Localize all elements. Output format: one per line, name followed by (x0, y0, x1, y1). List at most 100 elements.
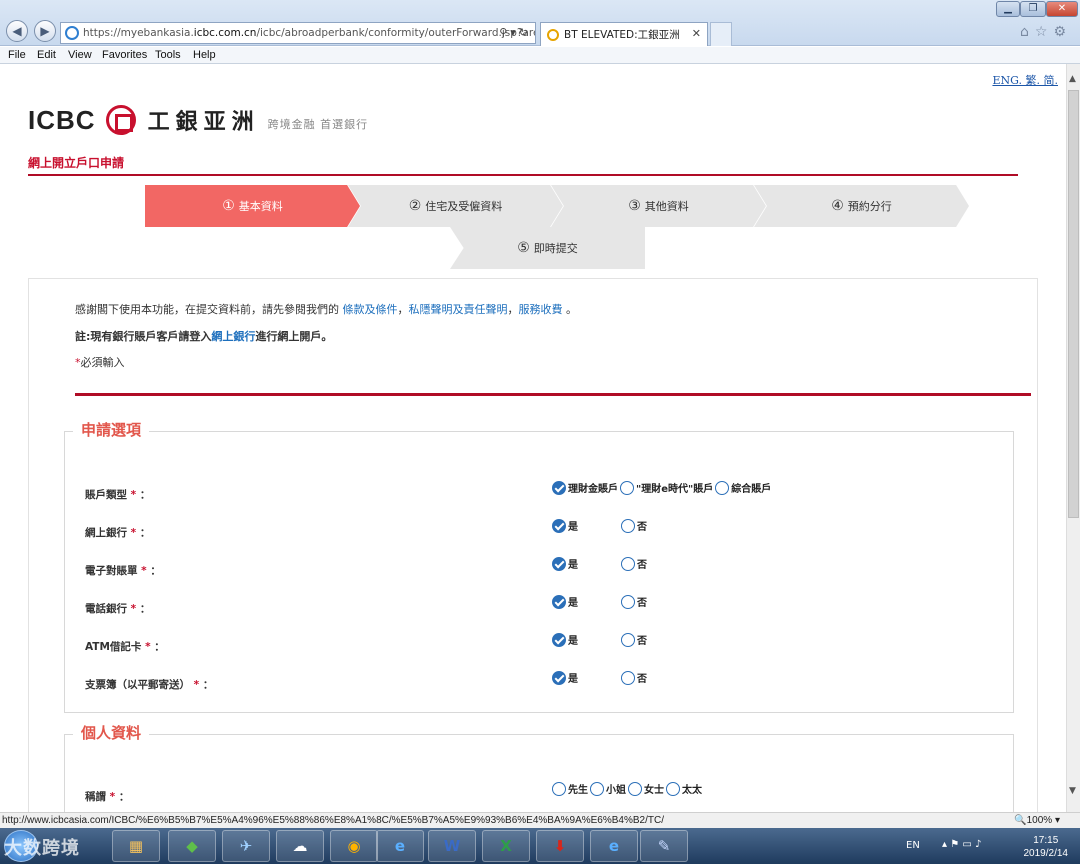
phone-banking-no[interactable]: 否 (621, 594, 647, 609)
tab-favicon (547, 28, 559, 41)
menu-view[interactable]: View (68, 49, 92, 61)
vertical-scrollbar[interactable]: ▲ ▼ (1066, 64, 1080, 812)
browser-titlebar: ◀ ▶ https://myebankasia. icbc.com.cn/icbc… (0, 0, 1080, 46)
logo-cn: 工銀亚洲 (147, 110, 260, 135)
slogan: 跨境金融 首選銀行 (267, 118, 369, 131)
ie-active-taskbar-icon[interactable]: e (590, 830, 638, 862)
step-2: ② 住宅及受僱資料 (348, 185, 563, 227)
personal-info-section: 個人資料 稱謂 * ： 先生 小姐 女士 太太 (64, 722, 1014, 812)
radio-estatement-yes[interactable] (552, 556, 566, 571)
clock[interactable]: 17:15 2019/2/14 (1024, 834, 1069, 860)
label-atm-card: ATM借記卡 * ： (85, 641, 165, 653)
new-tab-button[interactable] (710, 22, 732, 46)
app-taskbar-icon-1[interactable]: ◆ (168, 830, 216, 862)
ebank-link[interactable]: 網上銀行 (211, 330, 255, 343)
app-taskbar-icon-4[interactable]: ◉ (330, 830, 378, 862)
label-account-type: 賬戶類型 * ： (85, 489, 151, 501)
address-bar[interactable]: https://myebankasia. icbc.com.cn/icbc/abr… (60, 22, 536, 44)
step-3: ③ 其他資料 (551, 185, 766, 227)
label-phone-banking: 電話銀行 * ： (85, 603, 151, 615)
estatement-yes[interactable]: 是 (552, 556, 578, 571)
home-favorites-settings-icons[interactable]: ⌂☆⚙ (1020, 24, 1072, 40)
explorer-taskbar-icon[interactable]: ▦ (112, 830, 160, 862)
radio-integrated-account[interactable] (715, 480, 730, 495)
terms-link[interactable]: 條款及條件 (343, 303, 398, 316)
back-button[interactable]: ◀ (6, 20, 28, 42)
app-taskbar-icon-2[interactable]: ✈ (222, 830, 270, 862)
radio-phone-banking-yes[interactable] (552, 594, 566, 609)
forward-button[interactable]: ▶ (34, 20, 56, 42)
radio-atm-card-yes[interactable] (552, 632, 566, 647)
radio-wealth-account[interactable] (552, 480, 566, 495)
close-window-button[interactable]: ✕ (1046, 1, 1078, 17)
step-5: ⑤ 即時提交 (450, 227, 645, 269)
ebanking-yes[interactable]: 是 (552, 518, 578, 533)
atm-card-yes[interactable]: 是 (552, 632, 578, 647)
label-estatement: 電子對賬單 * ： (85, 565, 161, 577)
radio-mr[interactable] (552, 781, 566, 796)
url-prefix: https://myebankasia. (83, 27, 194, 39)
intro-line-1: 感謝閣下使用本功能，在提交資料前，請先參閱我們的 條款及條件，私隱聲明及責任聲明… (75, 303, 577, 316)
radio-ebanking-yes[interactable] (552, 518, 566, 533)
url-domain: icbc.com.cn (193, 27, 257, 39)
menu-edit[interactable]: Edit (37, 49, 56, 61)
estatement-no[interactable]: 否 (621, 556, 647, 571)
icbc-seal-icon (105, 105, 136, 135)
tab-title: BT ELEVATED:工銀亚洲 (564, 29, 680, 41)
chequebook-no[interactable]: 否 (621, 670, 647, 685)
page-content: ENG. 繁. 简. ICBC 工銀亚洲 跨境金融 首選銀行 網上開立戶口申請 … (0, 64, 1066, 812)
scroll-thumb[interactable] (1068, 90, 1079, 518)
label-chequebook: 支票簿（以平郵寄送） * ： (85, 679, 214, 691)
zoom-level[interactable]: 🔍100% ▾ (1014, 815, 1060, 826)
privacy-link[interactable]: 私隱聲明及責任聲明 (409, 303, 508, 316)
radio-chequebook-no[interactable] (621, 670, 635, 685)
menu-help[interactable]: Help (193, 49, 216, 61)
close-tab-icon[interactable]: ✕ (692, 27, 701, 40)
radio-ebanking-no[interactable] (621, 518, 635, 533)
section-title-personal: 個人資料 (73, 722, 150, 743)
browser-tab[interactable]: BT ELEVATED:工銀亚洲 ✕ (540, 22, 708, 46)
system-tray: EN ▴ ⚑ ▭ ♪ 17:15 2019/2/14 (890, 828, 1080, 864)
required-note: *必須輸入 (75, 356, 125, 369)
language-links[interactable]: ENG. 繁. 简. (992, 72, 1058, 88)
excel-taskbar-icon[interactable]: X (482, 830, 530, 862)
account-type-options: 理財金賬戶 "理財e時代"賬戶 綜合賬戶 (552, 480, 771, 495)
search-refresh-icons[interactable]: ⚲▾↻ (499, 26, 531, 39)
radio-chequebook-yes[interactable] (552, 670, 566, 685)
radio-e-era-account[interactable] (620, 480, 634, 495)
atm-card-no[interactable]: 否 (621, 632, 647, 647)
scroll-up-icon[interactable]: ▲ (1069, 74, 1076, 84)
radio-estatement-no[interactable] (621, 556, 635, 571)
page-title: 網上開立戶口申請 (28, 156, 125, 170)
word-taskbar-icon[interactable]: W (428, 830, 476, 862)
step-1: ① 基本資料 (145, 185, 360, 227)
fees-link[interactable]: 服務收費 (519, 303, 563, 316)
app-taskbar-icon-3[interactable]: ☁ (276, 830, 324, 862)
maximize-button[interactable]: ❐ (1020, 1, 1046, 17)
language-indicator[interactable]: EN (906, 840, 920, 851)
paint-taskbar-icon[interactable]: ✎ (640, 830, 688, 862)
status-bar: http://www.icbcasia.com/ICBC/%E6%B5%B7%E… (0, 812, 1080, 828)
icbc-logo: ICBC 工銀亚洲 跨境金融 首選銀行 (28, 104, 368, 136)
menu-favorites[interactable]: Favorites (102, 49, 147, 61)
radio-mrs[interactable] (666, 781, 680, 796)
radio-atm-card-no[interactable] (621, 632, 635, 647)
radio-ms[interactable] (628, 781, 642, 796)
tray-icons[interactable]: ▴ ⚑ ▭ ♪ (942, 839, 981, 850)
menu-tools[interactable]: Tools (155, 49, 181, 61)
intro-divider (75, 393, 1031, 396)
phone-banking-yes[interactable]: 是 (552, 594, 578, 609)
minimize-button[interactable]: ▁ (996, 1, 1020, 17)
watermark: 大数跨境 (4, 838, 80, 859)
ie-taskbar-icon[interactable]: e (376, 830, 424, 862)
chequebook-yes[interactable]: 是 (552, 670, 578, 685)
ebanking-no[interactable]: 否 (621, 518, 647, 533)
status-url: http://www.icbcasia.com/ICBC/%E6%B5%B7%E… (2, 815, 664, 826)
pdf-taskbar-icon[interactable]: ⬇ (536, 830, 584, 862)
radio-phone-banking-no[interactable] (621, 594, 635, 609)
menu-file[interactable]: File (8, 49, 26, 61)
intro-line-2: 註:現有銀行賬戶客戶請登入網上銀行進行網上開戶。 (75, 330, 333, 343)
radio-miss[interactable] (590, 781, 604, 796)
ie-page-icon (65, 26, 79, 40)
scroll-down-icon[interactable]: ▼ (1069, 786, 1076, 796)
